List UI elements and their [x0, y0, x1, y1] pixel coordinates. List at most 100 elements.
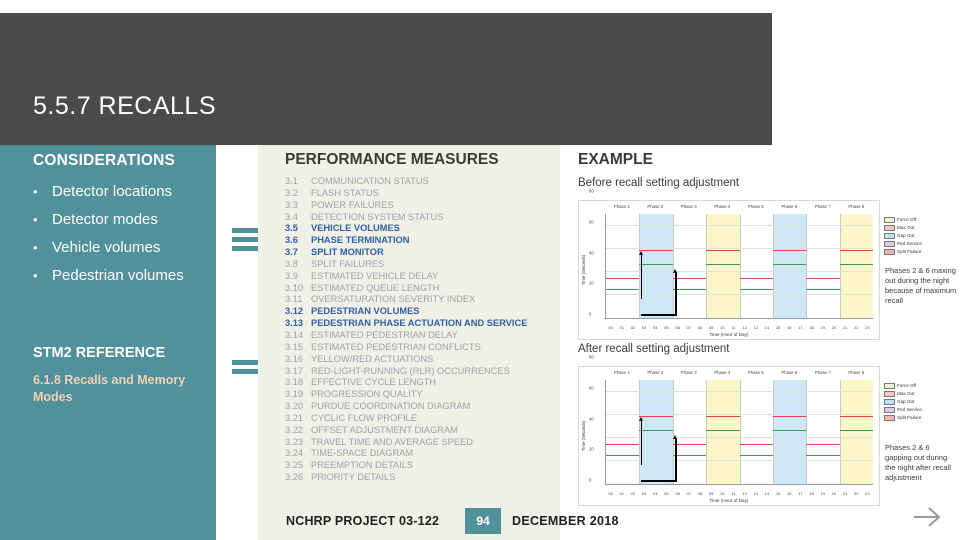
chart-series-line-green	[772, 429, 807, 431]
performance-measure-row: 3.20 PURDUE COORDINATION DIAGRAM	[285, 401, 553, 413]
chart-column-header: Phase 2	[647, 370, 664, 375]
performance-measure-label: TIME-SPACE DIAGRAM	[311, 448, 414, 459]
chart-x-tick: 15	[775, 491, 781, 496]
chart-series-line-green	[806, 455, 840, 457]
performance-measure-row: 3.19 PROGRESSION QUALITY	[285, 389, 553, 401]
chart-column-header: Phase 8	[848, 370, 865, 375]
legend-swatch	[884, 382, 895, 389]
chart-gridline-horizontal	[606, 270, 873, 272]
performance-measure-row: 3.3 POWER FAILURES	[285, 200, 553, 212]
chart-gridline-vertical	[739, 380, 741, 484]
chart-gridline-horizontal	[606, 459, 873, 461]
chart-series-line-green	[739, 289, 773, 291]
chart-phase-band	[706, 380, 740, 484]
chart-x-tick: 22	[854, 491, 859, 496]
performance-measure-label: COMMUNICATION STATUS	[311, 176, 429, 186]
performance-measure-number: 3.22	[285, 424, 304, 435]
chart-phase-band	[672, 214, 707, 318]
chart-y-axis-label: Time (Seconds)	[581, 420, 586, 452]
chart-series-line-green	[772, 263, 807, 265]
chart-series-line-red	[706, 415, 740, 417]
chart-series-line-red	[739, 277, 773, 279]
performance-measure-row: 3.24 TIME-SPACE DIAGRAM	[285, 448, 553, 460]
chart-series-line-green	[739, 455, 773, 457]
chart-column-headers: Phase 1 Phase 2 Phase 3 Phase 4 Phase 5 Phase…	[605, 370, 873, 379]
chart-x-tick: 06	[675, 325, 680, 330]
example-note-after: Phases 2 & 6 gapping out during the nigh…	[885, 443, 951, 482]
chart-series-line-red	[639, 415, 673, 417]
performance-measure-label: ESTIMATED PEDESTRIAN CONFLICTS	[311, 341, 481, 352]
legend-item: Force Off	[884, 382, 924, 389]
considerations-heading: CONSIDERATIONS	[33, 152, 176, 169]
performance-measure-label: SPLIT FAILURES	[311, 258, 385, 269]
chart-gridline-horizontal	[606, 224, 873, 226]
chart-x-tick: 00	[608, 325, 613, 330]
performance-measure-row: 3.1 COMMUNICATION STATUS	[285, 176, 553, 188]
example-caption-after: After recall setting adjustment	[578, 343, 730, 355]
footer-date: DECEMBER 2018	[512, 514, 619, 528]
legend-swatch	[884, 398, 895, 405]
performance-measure-label: VEHICLE VOLUMES	[311, 223, 400, 234]
chart-x-tick: 20	[831, 491, 837, 496]
performance-measure-number: 3.10	[285, 282, 304, 293]
chart-x-tick: 19	[820, 491, 825, 496]
bullet-icon: •	[33, 268, 38, 283]
chart-series-line-green	[672, 289, 707, 291]
performance-measure-label: TRAVEL TIME AND AVERAGE SPEED	[311, 436, 473, 447]
chart-series-line-red	[839, 415, 873, 417]
legend-item: Ped Service	[884, 240, 924, 247]
chart-x-tick: 10	[720, 325, 725, 330]
legend-label: Split Failure	[897, 415, 922, 420]
chart-y-tick: 20	[589, 446, 594, 452]
chart-y-axis-label: Time (Seconds)	[581, 254, 586, 286]
chart-series-line-red	[706, 249, 740, 251]
example-heading: EXAMPLE	[578, 151, 653, 168]
legend-label: Max Out	[897, 391, 915, 396]
chart-column-header: Phase 7	[814, 370, 831, 375]
chart-y-tick: 80	[589, 354, 594, 360]
legend-item: Max Out	[884, 390, 924, 397]
chart-gridline-horizontal	[606, 413, 873, 415]
performance-measure-row: 3.14 ESTIMATED PEDESTRIAN DELAY	[285, 330, 553, 342]
chart-gridline-horizontal	[606, 293, 873, 295]
chart-x-tick: 10	[720, 491, 725, 496]
performance-measure-label: ESTIMATED QUEUE LENGTH	[311, 282, 440, 293]
performance-measure-number: 3.7	[285, 247, 298, 258]
chart-column-header: Phase 7	[814, 204, 831, 209]
chart-x-tick: 03	[641, 491, 647, 496]
performance-measure-row: 3.2 FLASH STATUS	[285, 188, 553, 200]
performance-measure-label: SPLIT MONITOR	[311, 247, 384, 258]
chart-column-header: Phase 5	[747, 204, 764, 209]
chart-x-axis-label: Time (Hour of Day)	[709, 498, 749, 503]
chart-series-line-red	[739, 443, 773, 445]
chart-x-tick: 12	[742, 491, 747, 496]
next-slide-arrow-icon[interactable]	[910, 502, 944, 532]
chart-phase-band	[672, 380, 707, 484]
chart-plot-area	[605, 214, 873, 319]
performance-measure-label: YELLOW/RED ACTUATIONS	[311, 353, 434, 364]
chart-column-header: Phase 1	[613, 204, 630, 209]
chart-series-line-green	[606, 455, 640, 457]
performance-measure-number: 3.16	[285, 353, 304, 364]
chart-phase-band	[806, 380, 840, 484]
chart-x-tick: 16	[787, 325, 792, 330]
chart-x-tick: 23	[865, 325, 870, 330]
performance-measure-number: 3.2	[285, 187, 298, 198]
legend-swatch	[884, 232, 895, 239]
stm2-reference-text: 6.1.8 Recalls and Memory Modes	[33, 373, 186, 404]
performance-measure-number: 3.13	[285, 318, 304, 329]
performance-measure-row: 3.18 EFFECTIVE CYCLE LENGTH	[285, 377, 553, 389]
chart-annotation-arrow	[673, 269, 677, 316]
chart-series-line-red	[839, 249, 873, 251]
performance-measure-label: PEDESTRIAN VOLUMES	[311, 306, 420, 317]
chart-column-header: Phase 4	[714, 370, 731, 375]
slide: 5.5.7 RECALLS CONSIDERATIONS • Detector …	[0, 0, 960, 540]
stm2-reference-heading: STM2 REFERENCE	[33, 345, 166, 361]
performance-measure-label: EFFECTIVE CYCLE LENGTH	[311, 377, 437, 388]
chart-column-header: Phase 1	[613, 370, 630, 375]
chart-x-tick: 09	[708, 491, 714, 496]
performance-measure-row: 3.26 PRIORITY DETAILS	[285, 472, 553, 484]
list-item-label: Pedestrian volumes	[52, 267, 184, 284]
performance-measure-row: 3.9 ESTIMATED VEHICLE DELAY	[285, 271, 553, 283]
bullet-icon: •	[33, 240, 38, 255]
